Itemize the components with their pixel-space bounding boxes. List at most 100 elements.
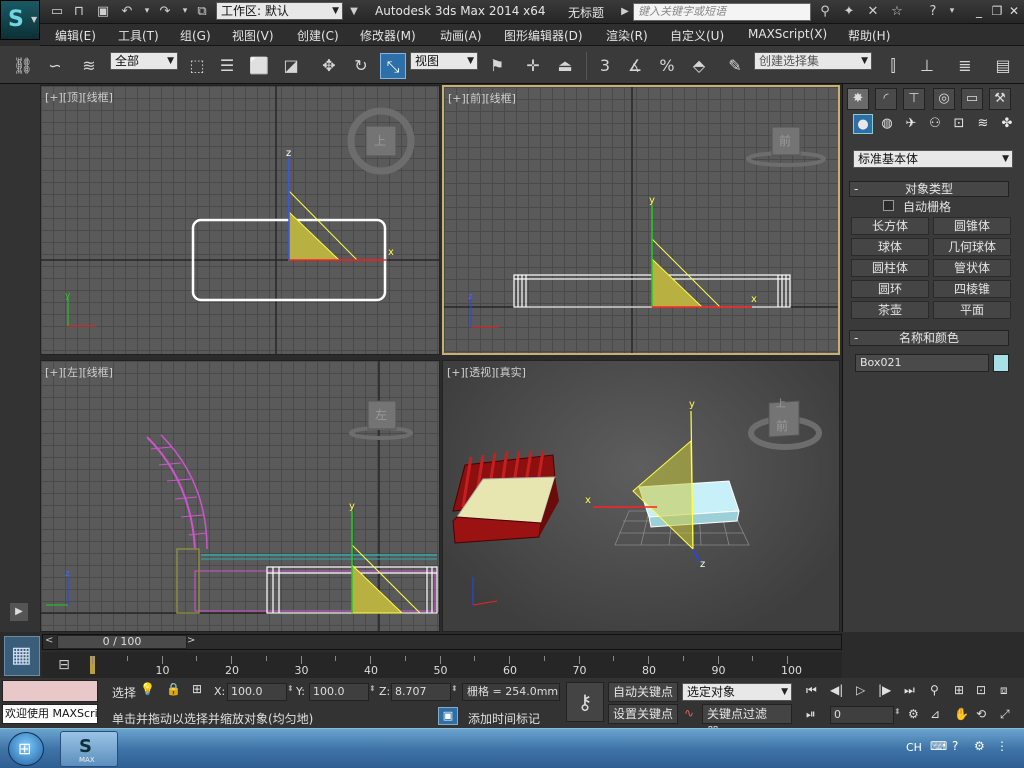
tray-expand-icon[interactable]: ⋮	[996, 739, 1008, 753]
link-icon[interactable]: ⛓	[10, 53, 36, 79]
workspace-dropdown[interactable]: 工作区: 默认 ▼	[216, 2, 343, 20]
maximize-viewport-icon[interactable]: ⤢	[1000, 707, 1010, 722]
unlink-icon[interactable]: ∽	[42, 53, 68, 79]
pyramid-button[interactable]: 四棱锥	[933, 280, 1011, 298]
viewport-top[interactable]: [+][顶][线框] 上 z x y	[40, 85, 440, 355]
language-indicator[interactable]: CH	[906, 741, 922, 754]
play-icon[interactable]: ▷	[856, 683, 865, 697]
time-tag-icon[interactable]: ▣	[438, 707, 458, 725]
category-dropdown[interactable]: 标准基本体 ▼	[853, 150, 1013, 168]
lights-icon[interactable]: ✈	[901, 114, 921, 134]
viewport-front[interactable]: [+][前][线框] 前 y x z	[442, 85, 840, 355]
viewport-label[interactable]: [+][前][线框]	[448, 90, 516, 106]
app-menu-button[interactable]: S ▼	[0, 0, 40, 40]
maxscript-listener-pink[interactable]	[2, 680, 98, 702]
help-icon[interactable]: ?	[924, 3, 942, 20]
save-file-icon[interactable]: ▣	[94, 3, 112, 20]
viewport-left[interactable]: [+][左][线框] 左 y z	[40, 360, 440, 632]
viewport-layouts-button[interactable]: ▦	[4, 636, 40, 676]
mirror-icon[interactable]: ⫿	[880, 53, 906, 79]
goto-start-icon[interactable]: ⏮	[806, 683, 817, 698]
angle-snap-icon[interactable]: ∡	[622, 53, 648, 79]
menu-group[interactable]: 组(G)	[180, 27, 211, 44]
percent-snap-icon[interactable]: %	[654, 53, 680, 79]
z-coord-input[interactable]: 8.707	[391, 683, 451, 701]
spinner-icon[interactable]: ⬍	[369, 684, 376, 693]
time-prev-icon[interactable]: <	[45, 635, 53, 646]
spinner-snap-icon[interactable]: ⬘	[686, 53, 712, 79]
exchange-icon[interactable]: ✕	[864, 3, 882, 20]
helpers-icon[interactable]: ⊡	[949, 114, 969, 134]
spinner-icon[interactable]: ⬍	[894, 707, 901, 716]
settings-icon[interactable]: ⚙	[974, 739, 985, 753]
geometry-icon[interactable]: ●	[853, 114, 873, 134]
keyboard-shortcut-icon[interactable]: ⏏	[552, 53, 578, 79]
key-filters-button[interactable]: 关键点过滤器...	[702, 704, 792, 739]
view-cube-label[interactable]: 前	[776, 417, 788, 434]
menu-animation[interactable]: 动画(A)	[440, 27, 482, 44]
object-name-input[interactable]: Box021	[855, 354, 989, 372]
view-cube-top-label[interactable]: 上	[776, 395, 786, 410]
field-of-view-icon[interactable]: ⊿	[930, 707, 940, 721]
selection-filter-dropdown[interactable]: 全部 ▼	[110, 52, 178, 70]
named-selection-dropdown[interactable]: 创建选择集 ▼	[754, 52, 872, 70]
view-cube-label[interactable]: 左	[375, 406, 387, 423]
minimize-icon[interactable]: _	[970, 3, 988, 20]
taskbar-3dsmax-button[interactable]: S MAX	[60, 731, 118, 767]
name-color-rollout-header[interactable]: - 名称和颜色	[849, 330, 1009, 346]
motion-tab-icon[interactable]: ◎	[933, 88, 955, 110]
zoom-all-icon[interactable]: ⊞	[954, 683, 964, 697]
bed-model[interactable]	[452, 450, 559, 544]
geosphere-button[interactable]: 几何球体	[933, 238, 1011, 256]
menu-modifiers[interactable]: 修改器(M)	[360, 27, 416, 44]
menu-customize[interactable]: 自定义(U)	[670, 27, 724, 44]
move-icon[interactable]: ✥	[316, 53, 342, 79]
track-bar[interactable]: ⊟ 10 20 30 40 50 60 70 80 90 100	[42, 652, 842, 678]
rect-selection-icon[interactable]: ⬜	[246, 53, 272, 79]
systems-icon[interactable]: ✤	[997, 114, 1017, 134]
cone-button[interactable]: 圆锥体	[933, 217, 1011, 235]
autogrid-checkbox[interactable]	[883, 200, 894, 211]
selection-lock-icon[interactable]: 🔒	[166, 682, 181, 696]
view-cube-label[interactable]: 前	[779, 132, 791, 149]
menu-tools[interactable]: 工具(T)	[118, 27, 159, 44]
viewport-label[interactable]: [+][顶][线框]	[45, 89, 113, 105]
help-dropdown-icon[interactable]: ▾	[943, 3, 961, 20]
spinner-icon[interactable]: ⬍	[287, 684, 294, 693]
spacewarps-icon[interactable]: ≋	[973, 114, 993, 134]
shapes-icon[interactable]: ◍	[877, 114, 897, 134]
keyboard-icon[interactable]: ⌨	[930, 739, 947, 753]
redo-icon[interactable]: ↷	[156, 3, 174, 20]
undo-icon[interactable]: ↶	[118, 3, 136, 20]
modify-tab-icon[interactable]: ◜	[875, 88, 897, 110]
menu-help[interactable]: 帮助(H)	[848, 27, 890, 44]
select-by-name-icon[interactable]: ☰	[214, 53, 240, 79]
absolute-mode-icon[interactable]: ⊞	[192, 682, 202, 696]
set-key-button[interactable]: 设置关键点	[608, 704, 678, 724]
edit-named-sel-icon[interactable]: ✎	[722, 53, 748, 79]
torus-button[interactable]: 圆环	[851, 280, 929, 298]
time-config-icon[interactable]: ⚙	[908, 707, 919, 721]
align-icon[interactable]: ⊥	[914, 53, 940, 79]
scale-icon[interactable]: ⤡	[380, 53, 406, 79]
restore-icon[interactable]: ❐	[988, 3, 1006, 20]
light-cone[interactable]	[351, 563, 404, 614]
orbit-icon[interactable]: ⟲	[976, 707, 986, 721]
plane-button[interactable]: 平面	[933, 301, 1011, 319]
viewport-label[interactable]: [+][透视][真实]	[447, 364, 526, 380]
search-expand-icon[interactable]: ▶	[616, 3, 634, 20]
key-mode-dropdown[interactable]: 选定对象 ▼	[682, 683, 792, 701]
maxscript-mini-listener[interactable]: 欢迎使用 MAXScri	[2, 704, 98, 724]
bind-spacewarp-icon[interactable]: ≋	[76, 53, 102, 79]
time-slider-thumb[interactable]: 0 / 100	[57, 635, 187, 649]
binoculars-icon[interactable]: ⚲	[816, 3, 834, 20]
qat-options-icon[interactable]: ▼	[345, 3, 363, 20]
prev-frame-icon[interactable]: ◀|	[830, 683, 843, 697]
close-icon[interactable]: ✕	[1005, 3, 1023, 20]
set-key-big-button[interactable]: ⚷	[566, 682, 604, 722]
time-next-icon[interactable]: >	[187, 635, 195, 646]
view-cube-label[interactable]: 上	[374, 132, 386, 149]
utilities-tab-icon[interactable]: ⚒	[989, 88, 1011, 110]
zoom-icon[interactable]: ⚲	[930, 683, 939, 697]
sphere-button[interactable]: 球体	[851, 238, 929, 256]
